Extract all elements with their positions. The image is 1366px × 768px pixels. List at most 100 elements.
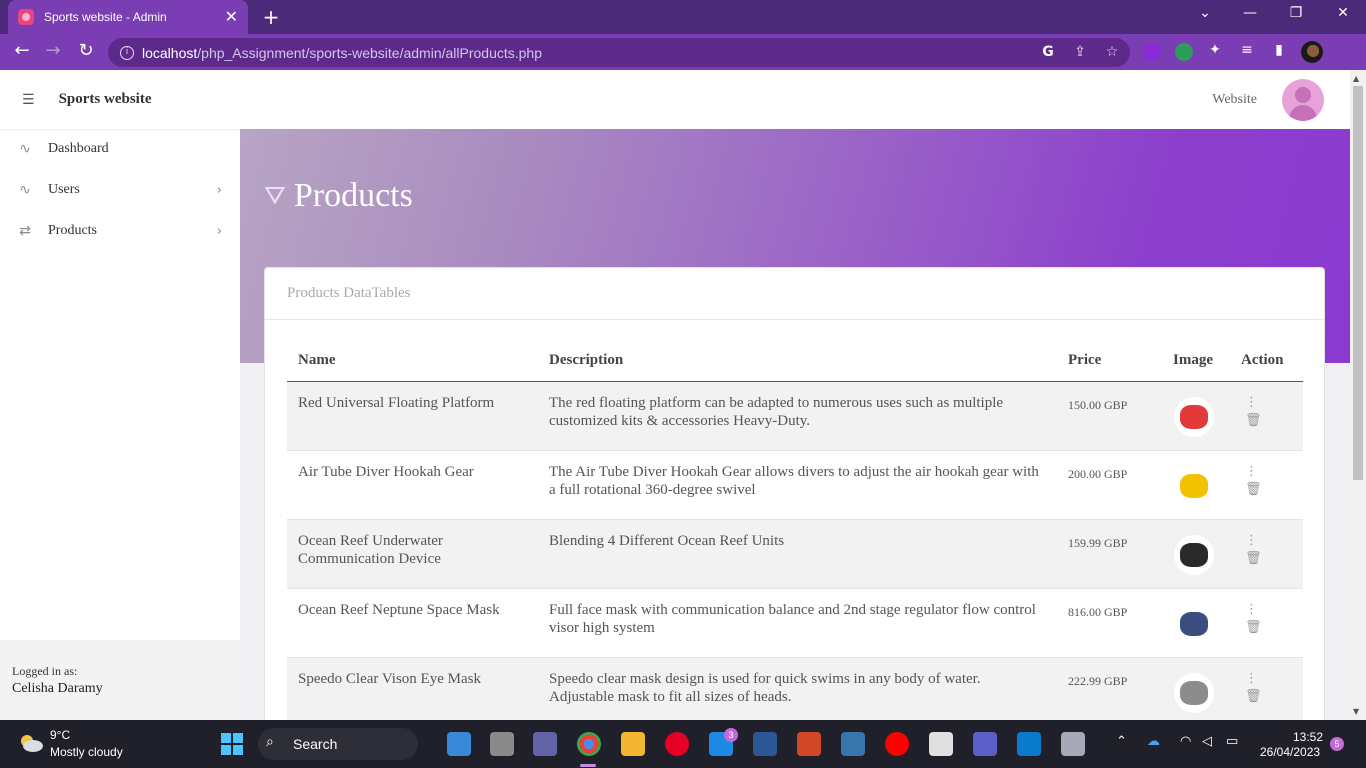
chevron-right-icon: › (216, 223, 222, 239)
forward-icon[interactable]: → (41, 40, 65, 61)
onedrive-icon[interactable]: ☁ (1147, 734, 1160, 749)
extensions-puzzle-icon[interactable]: ✦ (1205, 42, 1225, 58)
page-scrollbar[interactable]: ▲ ▼ (1350, 70, 1366, 720)
wifi-icon[interactable]: ◠ (1180, 734, 1191, 749)
share-icon[interactable]: ⇪ (1070, 44, 1090, 60)
maximize-icon[interactable]: ❐ (1286, 5, 1306, 21)
window-close-icon[interactable]: ✕ (1333, 5, 1353, 21)
product-actions: ⋮ 🗑 (1230, 519, 1303, 589)
product-price: 816.00 GBP (1057, 588, 1162, 658)
column-header-name[interactable]: Name (287, 344, 538, 382)
google-lens-icon[interactable]: G (1038, 44, 1058, 60)
clock-date[interactable]: 26/04/2023 (1260, 745, 1320, 759)
new-tab-icon[interactable]: + (260, 5, 282, 29)
search-highlight-icon[interactable] (447, 732, 471, 756)
more-options-icon[interactable]: ⋮ (1241, 394, 1292, 412)
hamburger-menu-icon[interactable]: ☰ (22, 92, 35, 108)
product-image-cell (1162, 657, 1230, 726)
start-windows-icon[interactable] (221, 733, 243, 755)
column-header-action: Action (1230, 344, 1303, 382)
product-description: Speedo clear mask design is used for qui… (538, 657, 1057, 726)
table-row: Ocean Reef Neptune Space Mask Full face m… (287, 588, 1303, 658)
tray-overflow-chevron-icon[interactable]: ⌃ (1116, 734, 1127, 749)
product-actions: ⋮ 🗑 (1230, 450, 1303, 520)
file-explorer-icon[interactable] (621, 732, 645, 756)
clock-time[interactable]: 13:52 (1293, 730, 1323, 744)
logged-in-user: Celisha Daramy (12, 681, 103, 696)
pinterest-icon[interactable] (665, 732, 689, 756)
more-options-icon[interactable]: ⋮ (1241, 463, 1292, 481)
address-bar[interactable]: i localhost/php_Assignment/sports-websit… (108, 38, 1130, 67)
scrollbar-thumb[interactable] (1353, 86, 1363, 480)
column-header-price[interactable]: Price (1057, 344, 1162, 382)
sidebar-item-users[interactable]: ∿ Users › (0, 172, 240, 208)
reading-list-icon[interactable]: ≡ (1237, 42, 1257, 58)
tab-search-chevron-icon[interactable]: ⌄ (1195, 5, 1215, 21)
trash-icon[interactable]: 🗑 (1241, 550, 1292, 568)
notification-badge[interactable]: 5 (1330, 737, 1344, 751)
url-text[interactable]: localhost/php_Assignment/sports-website/… (142, 45, 542, 61)
page-title: Products (293, 177, 413, 214)
user-avatar[interactable] (1282, 79, 1324, 121)
product-image (1174, 673, 1214, 713)
logged-in-panel: Logged in as: Celisha Daramy (0, 640, 240, 720)
reload-icon[interactable]: ↻ (74, 40, 98, 61)
task-view-icon[interactable] (490, 732, 514, 756)
product-image-cell (1162, 519, 1230, 589)
more-options-icon[interactable]: ⋮ (1241, 532, 1292, 550)
battery-icon[interactable]: ▭ (1226, 734, 1238, 749)
product-thumbnail-shape (1180, 681, 1208, 705)
product-thumbnail-shape (1180, 612, 1208, 636)
side-panel-icon[interactable]: ▮ (1269, 42, 1289, 58)
volume-icon[interactable]: ◁ (1202, 734, 1212, 749)
bookmark-star-icon[interactable]: ☆ (1102, 44, 1122, 60)
product-image (1174, 397, 1214, 437)
extension-grammarly-icon[interactable] (1175, 43, 1193, 61)
scroll-up-icon[interactable]: ▲ (1353, 74, 1359, 83)
trash-icon[interactable]: 🗑 (1241, 481, 1292, 499)
trash-icon[interactable]: 🗑 (1241, 688, 1292, 706)
weather-temperature[interactable]: 9°C (50, 728, 70, 742)
browser-profile-avatar[interactable] (1301, 41, 1323, 63)
virtualbox-icon[interactable] (1061, 732, 1085, 756)
site-info-icon[interactable]: i (120, 45, 134, 60)
trash-icon[interactable]: 🗑 (1241, 412, 1292, 430)
word-icon[interactable] (753, 732, 777, 756)
sidebar-item-label: Products (48, 223, 97, 238)
powerpoint-icon[interactable] (797, 732, 821, 756)
sidebar-item-label: Dashboard (48, 141, 109, 156)
product-image (1174, 535, 1214, 575)
trash-icon[interactable]: 🗑 (1241, 619, 1292, 637)
youtube-icon[interactable] (885, 732, 909, 756)
product-name: Ocean Reef Neptune Space Mask (287, 588, 538, 658)
product-price: 200.00 GBP (1057, 450, 1162, 520)
back-icon[interactable]: ← (10, 40, 34, 61)
product-name: Speedo Clear Vison Eye Mask (287, 657, 538, 726)
table-row: Speedo Clear Vison Eye Mask Speedo clear … (287, 657, 1303, 726)
more-options-icon[interactable]: ⋮ (1241, 670, 1292, 688)
python-icon[interactable] (841, 732, 865, 756)
chrome-icon[interactable] (577, 732, 601, 756)
product-name: Air Tube Diver Hookah Gear (287, 450, 538, 520)
vscode-icon[interactable] (1017, 732, 1041, 756)
minimize-icon[interactable]: — (1240, 5, 1260, 21)
browser-tab[interactable]: Sports website - Admin ✕ (8, 0, 248, 34)
extension-w-icon[interactable] (1143, 43, 1161, 61)
sidebar-item-dashboard[interactable]: ∿ Dashboard (0, 131, 240, 167)
more-options-icon[interactable]: ⋮ (1241, 601, 1292, 619)
teams-icon[interactable] (973, 732, 997, 756)
column-header-image[interactable]: Image (1162, 344, 1230, 382)
teams-chat-icon[interactable] (533, 732, 557, 756)
product-price: 159.99 GBP (1057, 519, 1162, 589)
website-link[interactable]: Website (1212, 92, 1257, 108)
tab-close-icon[interactable]: ✕ (225, 9, 238, 25)
column-header-description[interactable]: Description (538, 344, 1057, 382)
weather-condition[interactable]: Mostly cloudy (50, 745, 123, 759)
search-label[interactable]: Search (293, 736, 337, 752)
product-name: Red Universal Floating Platform (287, 381, 538, 451)
taskbar-search[interactable] (258, 728, 418, 760)
sidebar-item-products[interactable]: ⇄ Products › (0, 213, 240, 249)
scroll-down-icon[interactable]: ▼ (1353, 707, 1359, 716)
product-description: The Air Tube Diver Hookah Gear allows di… (538, 450, 1057, 520)
snipping-tool-icon[interactable] (929, 732, 953, 756)
